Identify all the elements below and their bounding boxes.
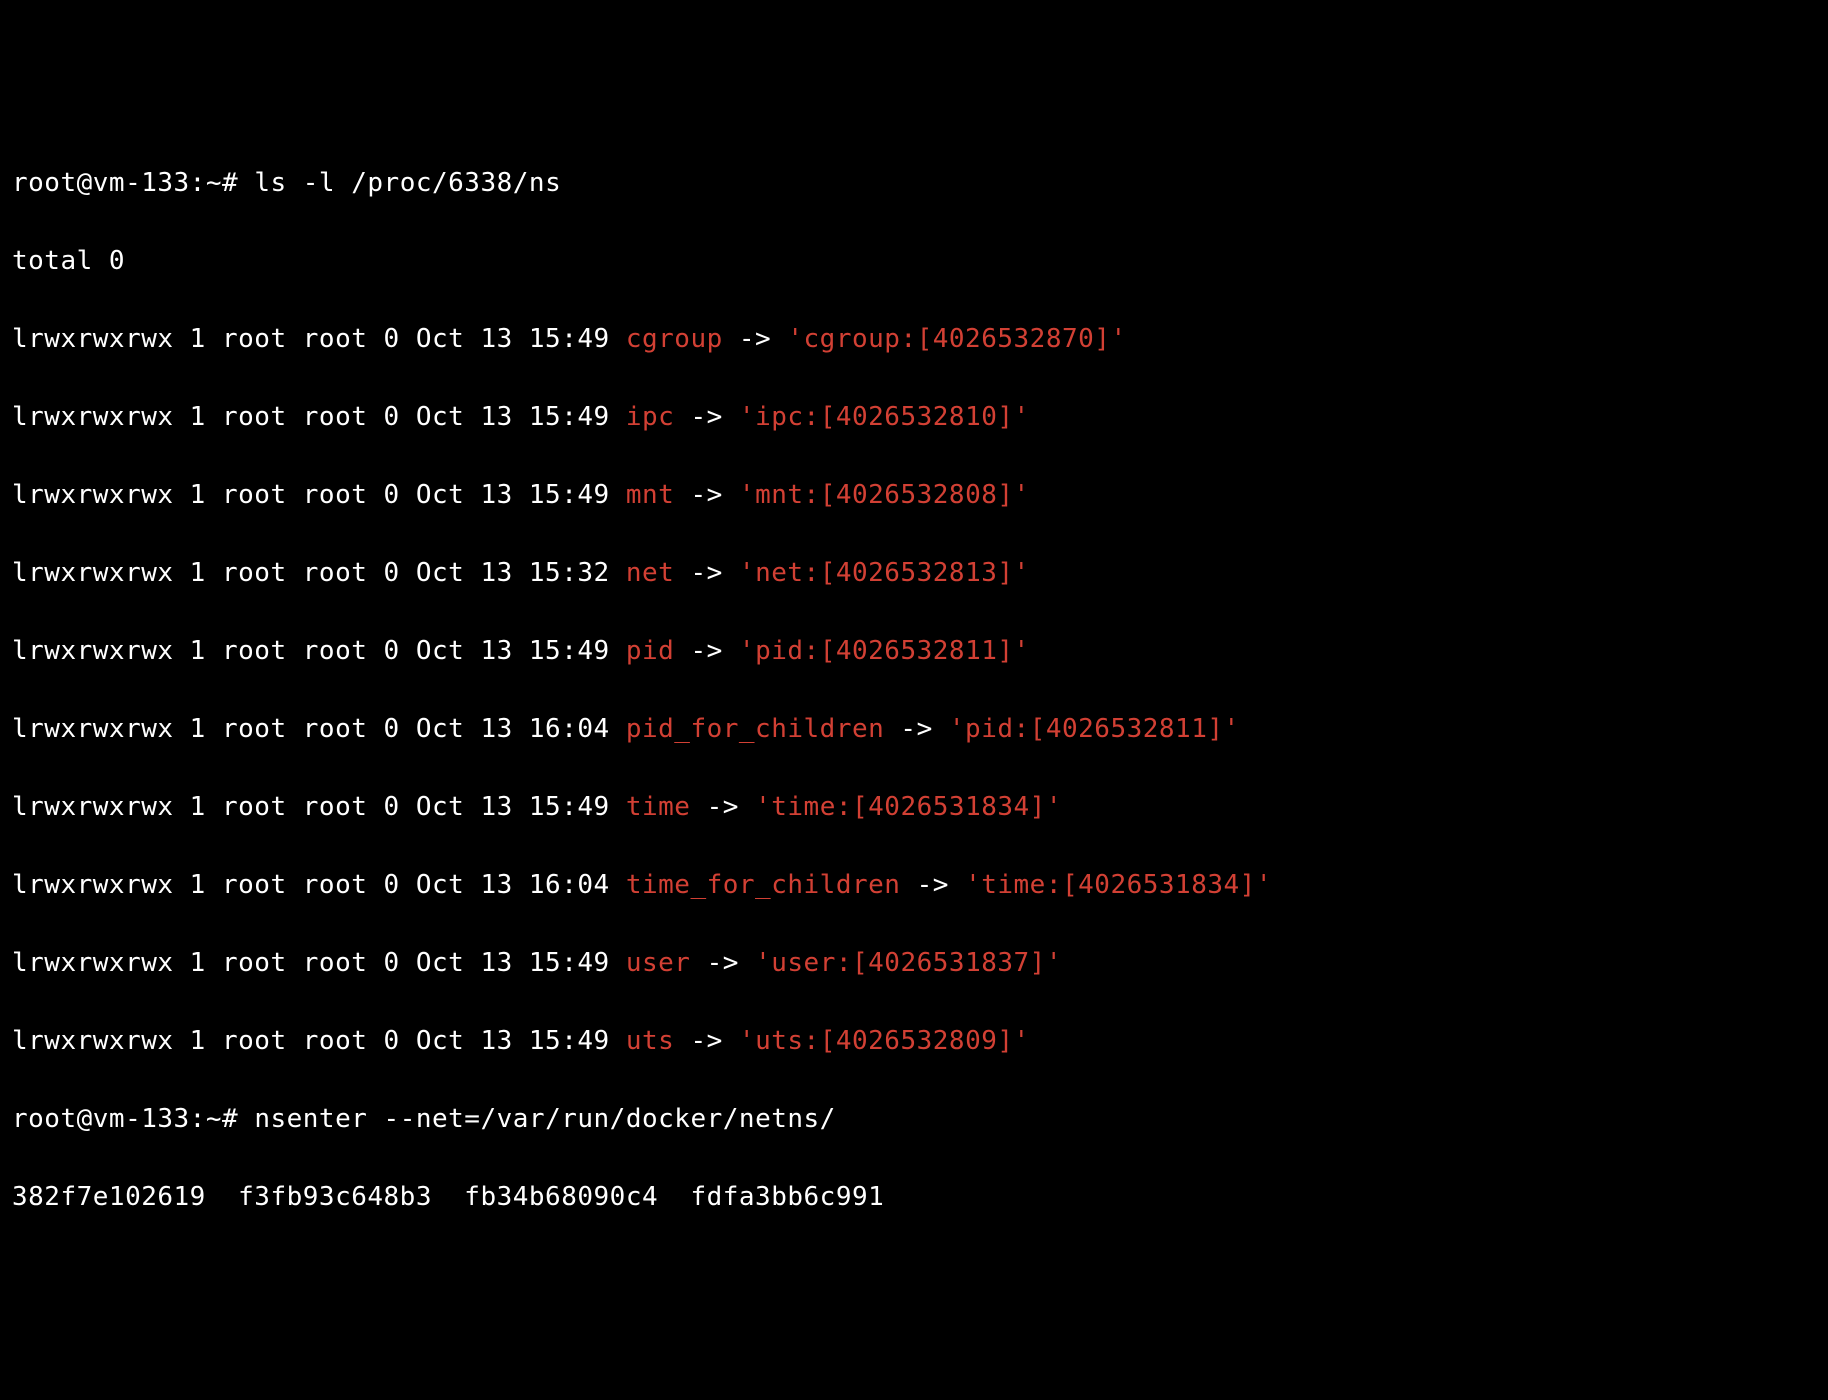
ls-arrow: -> xyxy=(900,870,965,900)
ls-target: 'ipc:[4026532810]' xyxy=(739,402,1030,432)
ls-arrow: -> xyxy=(674,1026,739,1056)
ls-name: net xyxy=(626,558,674,588)
ls-name: user xyxy=(626,948,691,978)
ls-name: mnt xyxy=(626,480,674,510)
ls-entry: lrwxrwxrwx 1 root root 0 Oct 13 15:49 ip… xyxy=(12,398,1816,437)
ls-target: 'cgroup:[4026532870]' xyxy=(787,324,1126,354)
ls-meta: lrwxrwxrwx 1 root root 0 Oct 13 15:49 xyxy=(12,402,626,432)
command-line-1[interactable]: root@vm-133:~# ls -l /proc/6338/ns xyxy=(12,164,1816,203)
ls-entry: lrwxrwxrwx 1 root root 0 Oct 13 15:49 us… xyxy=(12,944,1816,983)
command-text: ls -l /proc/6338/ns xyxy=(254,168,561,198)
command-line-2[interactable]: root@vm-133:~# nsenter --net=/var/run/do… xyxy=(12,1100,1816,1139)
shell-prompt: root@vm-133:~# xyxy=(12,168,238,198)
ls-entry: lrwxrwxrwx 1 root root 0 Oct 13 16:04 ti… xyxy=(12,866,1816,905)
ls-meta: lrwxrwxrwx 1 root root 0 Oct 13 15:49 xyxy=(12,324,626,354)
ls-meta: lrwxrwxrwx 1 root root 0 Oct 13 15:49 xyxy=(12,480,626,510)
ls-meta: lrwxrwxrwx 1 root root 0 Oct 13 15:49 xyxy=(12,792,626,822)
shell-prompt: root@vm-133:~# xyxy=(12,1104,238,1134)
ls-arrow: -> xyxy=(674,558,739,588)
ls-meta: lrwxrwxrwx 1 root root 0 Oct 13 15:49 xyxy=(12,636,626,666)
ls-name: uts xyxy=(626,1026,674,1056)
ls-entry: lrwxrwxrwx 1 root root 0 Oct 13 15:49 cg… xyxy=(12,320,1816,359)
ls-name: pid_for_children xyxy=(626,714,884,744)
ls-meta: lrwxrwxrwx 1 root root 0 Oct 13 15:49 xyxy=(12,1026,626,1056)
ls-target: 'net:[4026532813]' xyxy=(739,558,1030,588)
ls-name: time_for_children xyxy=(626,870,901,900)
ls-target: 'user:[4026531837]' xyxy=(755,948,1062,978)
ls-target: 'time:[4026531834]' xyxy=(755,792,1062,822)
ls-entry: lrwxrwxrwx 1 root root 0 Oct 13 15:49 ut… xyxy=(12,1022,1816,1061)
ls-target: 'pid:[4026532811]' xyxy=(949,714,1240,744)
ls-meta: lrwxrwxrwx 1 root root 0 Oct 13 15:49 xyxy=(12,948,626,978)
ls-entry: lrwxrwxrwx 1 root root 0 Oct 13 15:49 mn… xyxy=(12,476,1816,515)
ls-target: 'mnt:[4026532808]' xyxy=(739,480,1030,510)
tab-completion-line: 382f7e102619 f3fb93c648b3 fb34b68090c4 f… xyxy=(12,1178,1816,1217)
ls-arrow: -> xyxy=(674,480,739,510)
ls-arrow: -> xyxy=(674,402,739,432)
total-line: total 0 xyxy=(12,242,1816,281)
command-text: nsenter --net=/var/run/docker/netns/ xyxy=(254,1104,836,1134)
ls-entry: lrwxrwxrwx 1 root root 0 Oct 13 15:49 pi… xyxy=(12,632,1816,671)
ls-arrow: -> xyxy=(723,324,788,354)
ls-target: 'time:[4026531834]' xyxy=(965,870,1272,900)
ls-target: 'uts:[4026532809]' xyxy=(739,1026,1030,1056)
ls-name: cgroup xyxy=(626,324,723,354)
ls-entry: lrwxrwxrwx 1 root root 0 Oct 13 16:04 pi… xyxy=(12,710,1816,749)
ls-entry: lrwxrwxrwx 1 root root 0 Oct 13 15:32 ne… xyxy=(12,554,1816,593)
ls-name: ipc xyxy=(626,402,674,432)
ls-meta: lrwxrwxrwx 1 root root 0 Oct 13 16:04 xyxy=(12,870,626,900)
ls-meta: lrwxrwxrwx 1 root root 0 Oct 13 15:32 xyxy=(12,558,626,588)
ls-entry: lrwxrwxrwx 1 root root 0 Oct 13 15:49 ti… xyxy=(12,788,1816,827)
ls-arrow: -> xyxy=(690,792,755,822)
ls-meta: lrwxrwxrwx 1 root root 0 Oct 13 16:04 xyxy=(12,714,626,744)
ls-arrow: -> xyxy=(884,714,949,744)
ls-name: pid xyxy=(626,636,674,666)
ls-target: 'pid:[4026532811]' xyxy=(739,636,1030,666)
ls-arrow: -> xyxy=(674,636,739,666)
ls-arrow: -> xyxy=(690,948,755,978)
ls-name: time xyxy=(626,792,691,822)
